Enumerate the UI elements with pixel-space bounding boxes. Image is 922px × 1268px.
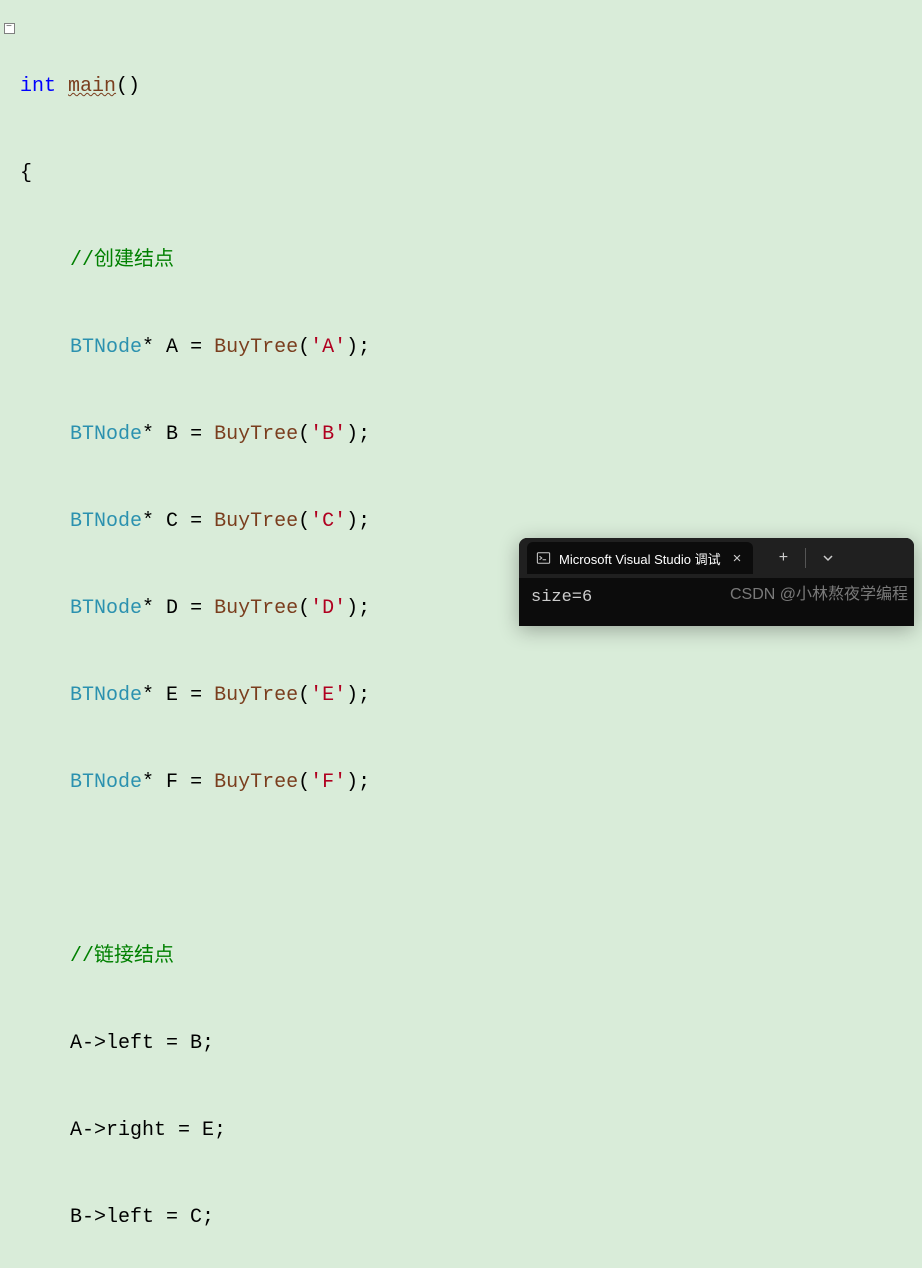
paren: ()	[116, 75, 140, 98]
terminal-tab[interactable]: Microsoft Visual Studio 调试 ×	[527, 542, 753, 574]
link-stmt: A->right = E;	[70, 1119, 226, 1142]
fold-gutter: −	[0, 0, 18, 634]
terminal-window: Microsoft Visual Studio 调试 × + size=6	[519, 538, 914, 626]
link-stmt: A->left = B;	[70, 1032, 214, 1055]
func-main: main	[68, 75, 116, 98]
tab-title: Microsoft Visual Studio 调试	[559, 549, 721, 568]
terminal-tabbar: Microsoft Visual Studio 调试 × +	[519, 538, 914, 578]
type-btnode: BTNode	[70, 336, 142, 359]
divider	[805, 548, 806, 568]
brace-open: {	[20, 162, 32, 185]
terminal-output[interactable]: size=6	[519, 578, 914, 626]
keyword-int: int	[20, 75, 56, 98]
output-line: size=6	[531, 588, 592, 607]
tab-dropdown-button[interactable]	[812, 544, 844, 572]
new-tab-button[interactable]: +	[767, 544, 799, 572]
tab-controls: +	[767, 544, 844, 572]
comment: //创建结点	[70, 249, 174, 272]
close-icon[interactable]: ×	[729, 550, 746, 567]
func-buytree: BuyTree	[214, 336, 298, 359]
fold-toggle-icon[interactable]: −	[4, 23, 15, 34]
comment: //链接结点	[70, 945, 174, 968]
link-stmt: B->left = C;	[70, 1206, 214, 1229]
terminal-icon	[535, 550, 551, 566]
